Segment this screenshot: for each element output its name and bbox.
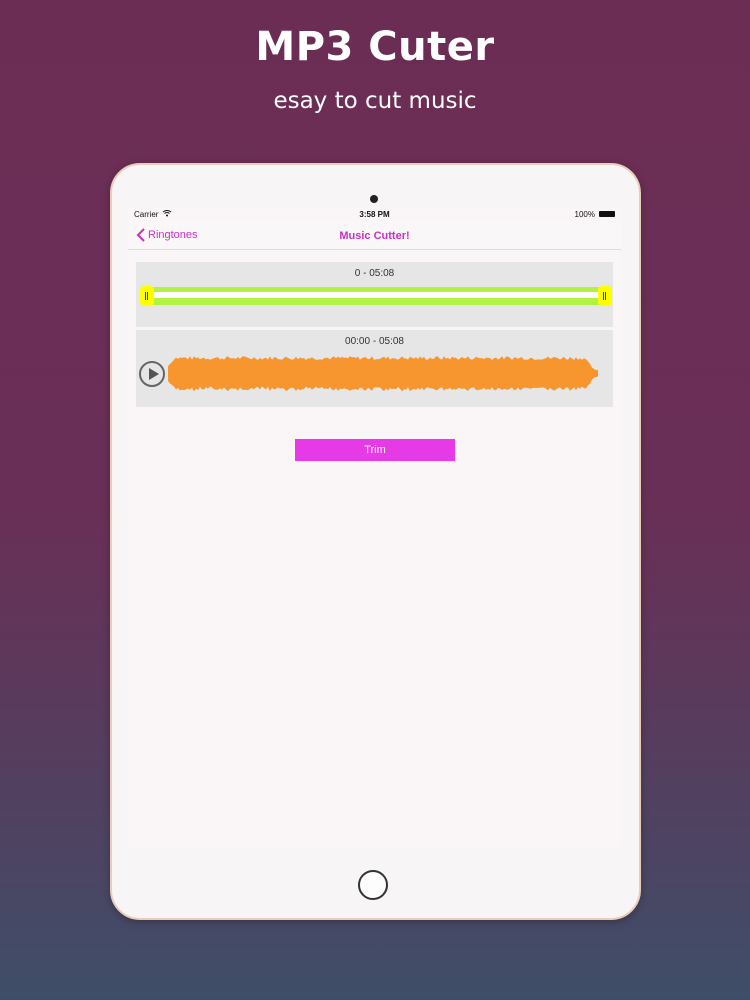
home-button[interactable]	[358, 870, 388, 900]
status-time: 3:58 PM	[359, 210, 390, 219]
waveform-shape	[168, 356, 598, 392]
nav-title: Music Cutter!	[339, 230, 410, 242]
range-time-label: 0 - 05:08	[354, 268, 395, 279]
camera-dot	[370, 195, 378, 203]
trim-button[interactable]: Trim	[295, 439, 455, 461]
range-selector-panel: 0 - 05:08	[136, 262, 613, 327]
waveform	[168, 356, 598, 392]
play-button[interactable]	[139, 361, 165, 387]
range-slider-fill	[150, 292, 599, 298]
range-slider-track[interactable]	[142, 287, 607, 305]
waveform-panel: 00:00 - 05:08	[136, 330, 613, 407]
play-icon	[149, 368, 159, 380]
status-bar: Carrier 3:58 PM 100%	[128, 207, 621, 221]
battery-icon	[599, 211, 615, 217]
promo-title: MP3 Cuter	[255, 24, 495, 70]
promo-subtitle: esay to cut music	[273, 88, 477, 114]
waveform-time-label: 00:00 - 05:08	[345, 336, 404, 347]
range-end-handle[interactable]	[598, 286, 612, 306]
navigation-bar: Ringtones Music Cutter!	[128, 221, 621, 250]
app-screen: Carrier 3:58 PM 100% Ringtones Music Cut…	[128, 207, 621, 847]
range-start-handle[interactable]	[140, 286, 154, 306]
battery-percent: 100%	[574, 210, 595, 219]
